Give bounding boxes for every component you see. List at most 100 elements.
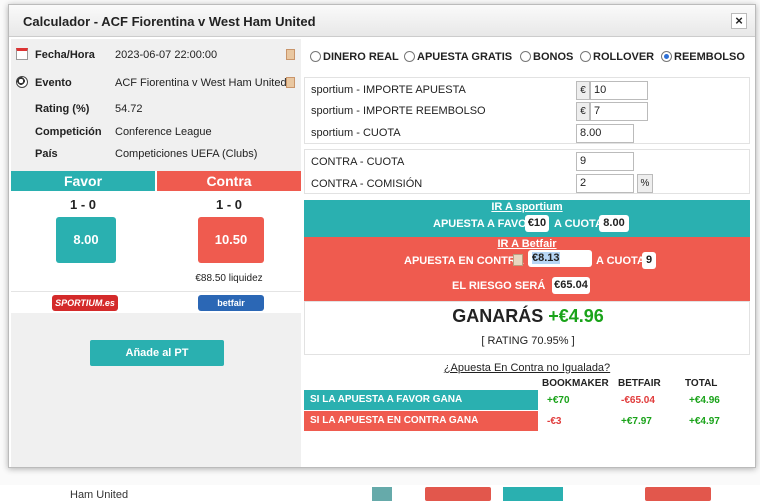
favor-cuota-value: 8.00 (599, 215, 629, 232)
background-row: Ham United (0, 485, 760, 503)
favor-header: Favor (11, 171, 155, 191)
betfair-logo[interactable]: betfair (198, 295, 264, 311)
amount-selection: €8.13 (532, 252, 560, 264)
contra-odd-button[interactable]: 10.50 (198, 217, 264, 263)
riesgo-label: EL RIESGO SERÁ (452, 280, 546, 292)
radio-apuesta-gratis[interactable]: APUESTA GRATIS (404, 51, 512, 63)
col-betfair: BETFAIR (618, 378, 661, 389)
bet-contra-panel: IR A Betfair APUESTA EN CONTRA €8.13 A C… (304, 237, 750, 301)
contra-header: Contra (157, 171, 301, 191)
bookmaker-form: sportium - IMPORTE APUESTA € 10 sportium… (304, 77, 750, 144)
table-row-favor-label: SI LA APUESTA A FAVOR GANA (304, 390, 538, 410)
radio-label: REEMBOLSO (674, 51, 745, 63)
result-panel: GANARÁS +€4.96 [ RATING 70.95% ] (304, 301, 750, 355)
percent-suffix: % (637, 174, 653, 193)
pais-value: Competiciones UEFA (Clubs) (115, 148, 258, 160)
table-row-contra-label: SI LA APUESTA EN CONTRA GANA (304, 411, 538, 431)
ganaras-text: GANARÁS +€4.96 (305, 306, 751, 327)
note-icon[interactable] (286, 49, 295, 60)
background-red-button-2 (645, 487, 711, 501)
apuesta-favor-label: APUESTA A FAVOR (433, 218, 535, 230)
radio-label: BONOS (533, 51, 574, 63)
contra-cuota-value: 9 (642, 252, 656, 269)
contra-score: 1 - 0 (215, 197, 242, 212)
radio-dot-selected (661, 51, 672, 62)
radio-label: APUESTA GRATIS (417, 51, 513, 63)
contra-cuota-label: CONTRA - CUOTA (311, 156, 405, 168)
cuota-input[interactable]: 8.00 (576, 124, 634, 143)
competicion-label: Competición (35, 126, 102, 138)
apuesta-contra-label: APUESTA EN CONTRA (404, 255, 524, 267)
row-contra-bookmaker: -€3 (547, 416, 562, 427)
ir-a-betfair-link[interactable]: IR A Betfair (304, 238, 750, 250)
background-teal-button (503, 487, 563, 501)
background-row-text: Ham United (70, 489, 129, 501)
copy-icon[interactable] (513, 254, 523, 266)
bet-favor-panel: IR A sportium APUESTA A FAVOR €10 A CUOT… (304, 200, 750, 237)
close-icon[interactable]: × (731, 13, 747, 29)
row-contra-betfair: +€7.97 (621, 416, 652, 427)
favor-cuota-label: A CUOTA (554, 218, 603, 230)
unmatched-link[interactable]: ¿Apuesta En Contra no Igualada? (304, 362, 750, 374)
radio-rollover[interactable]: ROLLOVER (580, 51, 654, 63)
result-rating: [ RATING 70.95% ] (481, 335, 575, 347)
favor-odd-button[interactable]: 8.00 (56, 217, 116, 263)
calculator-modal: Calculador - ACF Fiorentina v West Ham U… (8, 4, 756, 468)
brands-row: SPORTIUM.es betfair (11, 291, 301, 313)
apuesta-favor-amount: €10 (525, 215, 549, 232)
importe-reembolso-input[interactable]: 7 (590, 102, 648, 121)
radio-dot (520, 51, 531, 62)
row-contra-total: +€4.97 (689, 416, 720, 427)
calendar-icon (16, 48, 28, 60)
fecha-label: Fecha/Hora (35, 49, 95, 61)
radio-dot (404, 51, 415, 62)
importe-reembolso-label: sportium - IMPORTE REEMBOLSO (311, 105, 486, 117)
row-favor-bookmaker: +€70 (547, 395, 570, 406)
currency-prefix: € (576, 102, 590, 121)
radio-reembolso[interactable]: REEMBOLSO (661, 51, 745, 63)
exchange-form: CONTRA - CUOTA 9 CONTRA - COMISIÓN 2 % (304, 149, 750, 194)
contra-cuota-label2: A CUOTA (596, 255, 645, 267)
ganaras-label: GANARÁS (452, 306, 544, 326)
contra-cuota-input[interactable]: 9 (576, 152, 634, 171)
add-to-pt-button[interactable]: Añade al PT (90, 340, 224, 366)
background-grid-icon (372, 487, 392, 501)
importe-apuesta-input[interactable]: 10 (590, 81, 648, 100)
rating-value: 54.72 (115, 103, 143, 115)
col-bookmaker: BOOKMAKER (542, 378, 609, 389)
liquidity-text: €88.50 liquidez (195, 273, 263, 284)
info-row-evento: Evento ACF Fiorentina v West Ham United (11, 72, 301, 94)
fecha-value: 2023-06-07 22:00:00 (115, 49, 218, 61)
row-favor-betfair: -€65.04 (621, 395, 655, 406)
radio-label: ROLLOVER (593, 51, 655, 63)
modal-header: Calculador - ACF Fiorentina v West Ham U… (9, 5, 755, 37)
competicion-value: Conference League (115, 126, 212, 138)
radio-label: DINERO REAL (323, 51, 399, 63)
info-row-fecha: Fecha/Hora 2023-06-07 22:00:00 (11, 44, 301, 66)
radio-dot (310, 51, 321, 62)
event-info-panel: Fecha/Hora 2023-06-07 22:00:00 Evento AC… (11, 39, 301, 467)
odds-panel: Favor Contra 1 - 0 1 - 0 8.00 10.50 €88.… (11, 171, 301, 295)
riesgo-value: €65.04 (552, 277, 590, 294)
mode-radio-group: DINERO REAL APUESTA GRATIS BONOS ROLLOVE… (304, 49, 750, 69)
contra-comision-input[interactable]: 2 (576, 174, 634, 193)
sportium-logo[interactable]: SPORTIUM.es (52, 295, 118, 311)
radio-bonos[interactable]: BONOS (520, 51, 573, 63)
evento-value: ACF Fiorentina v West Ham United (115, 77, 287, 89)
row-favor-total: +€4.96 (689, 395, 720, 406)
importe-apuesta-label: sportium - IMPORTE APUESTA (311, 84, 466, 96)
apuesta-contra-amount[interactable]: €8.13 (528, 250, 592, 267)
modal-title: Calculador - ACF Fiorentina v West Ham U… (23, 14, 316, 29)
soccer-ball-icon (16, 76, 28, 88)
ganaras-value: +€4.96 (548, 306, 604, 326)
evento-label: Evento (35, 77, 72, 89)
cuota-label: sportium - CUOTA (311, 127, 401, 139)
background-red-button (425, 487, 491, 501)
info-row-competicion: Competición Conference League (11, 121, 301, 143)
note-icon[interactable] (286, 77, 295, 88)
ir-a-sportium-link[interactable]: IR A sportium (304, 201, 750, 213)
pais-label: País (35, 148, 58, 160)
favor-score: 1 - 0 (69, 197, 96, 212)
radio-dinero-real[interactable]: DINERO REAL (310, 51, 399, 63)
info-row-pais: País Competiciones UEFA (Clubs) (11, 143, 301, 165)
